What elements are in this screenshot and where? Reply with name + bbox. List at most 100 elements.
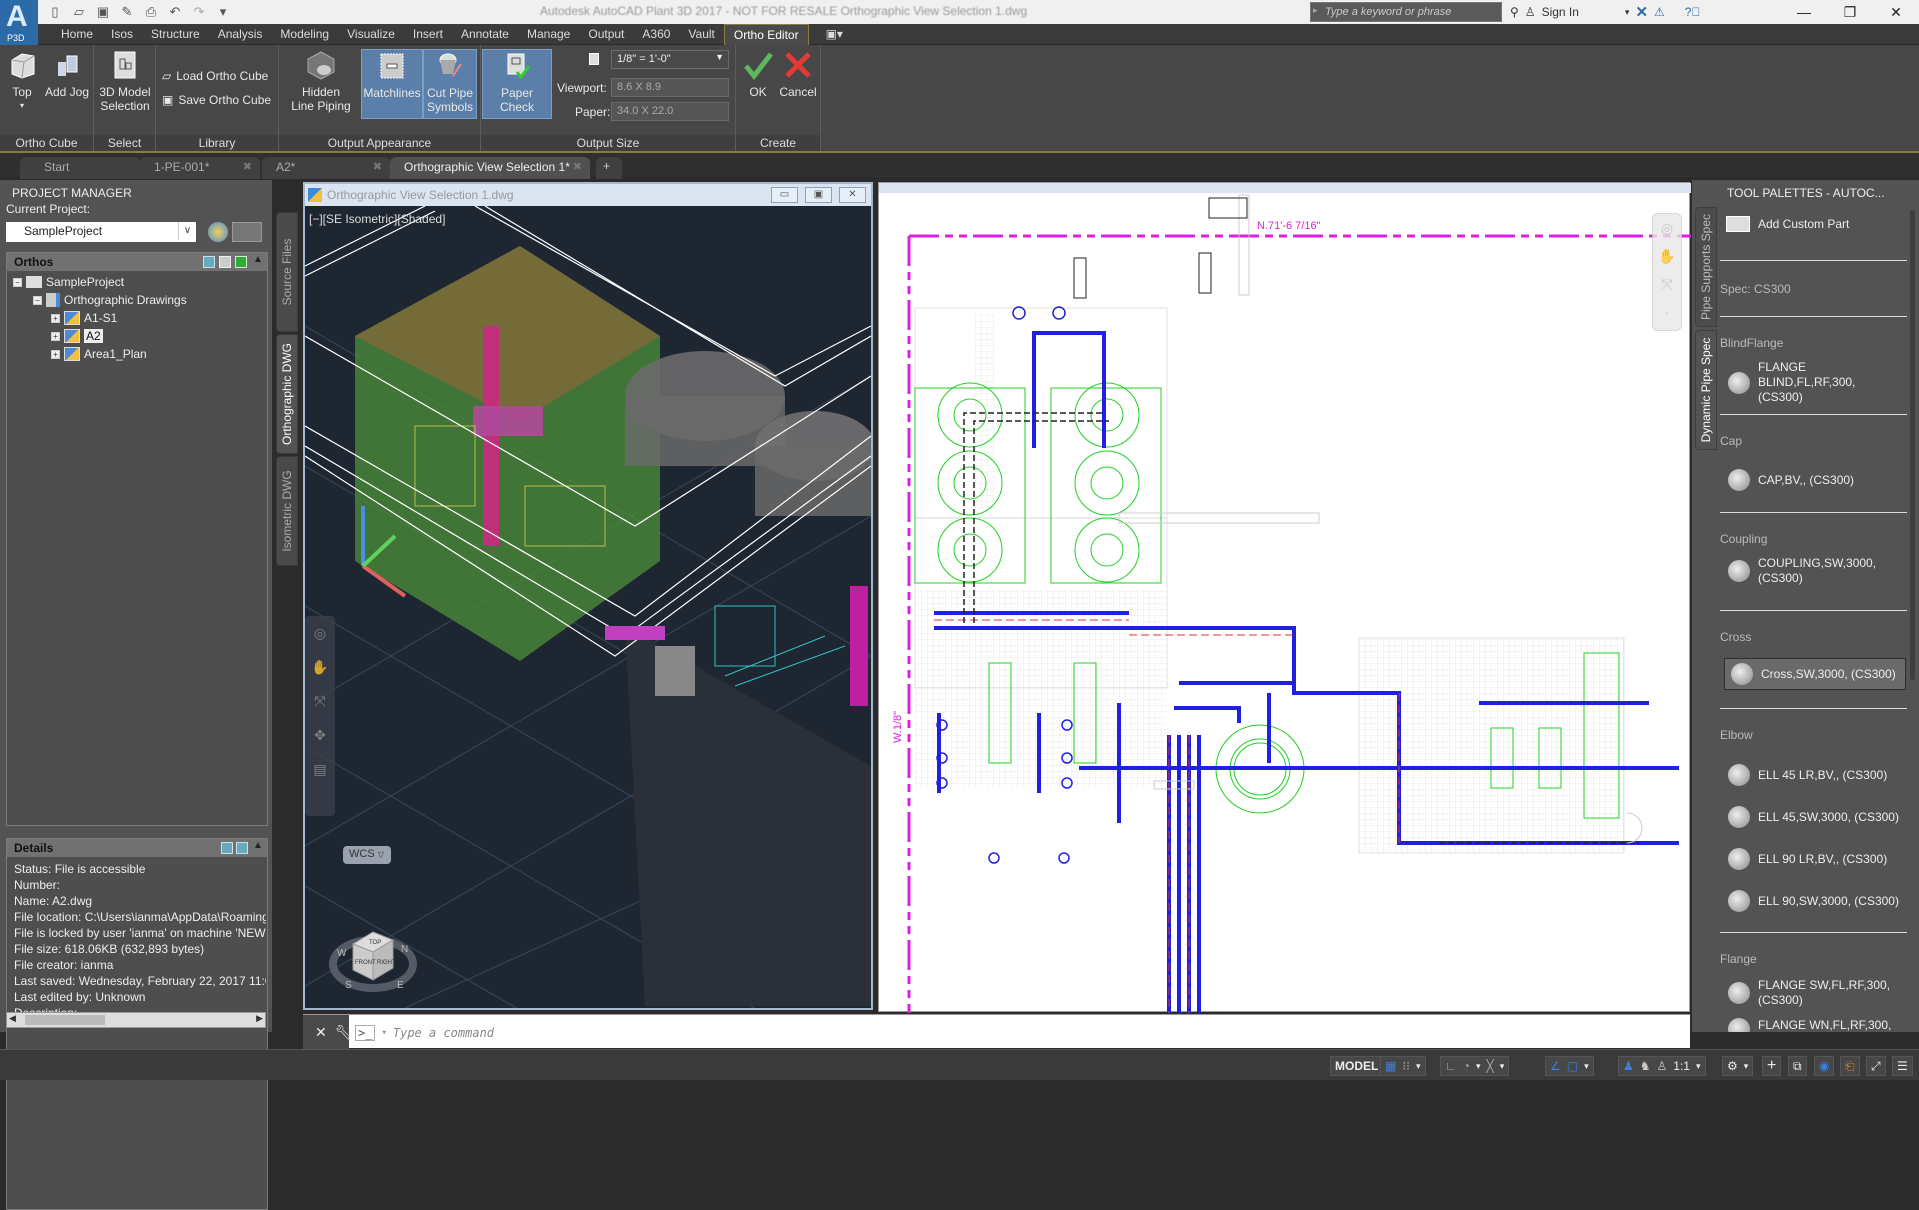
collapse-icon[interactable]: ▲: [253, 254, 263, 265]
search-input[interactable]: Type a keyword or phrase: [1310, 2, 1502, 22]
scroll-right-icon[interactable]: ▶: [256, 1013, 263, 1024]
tab-visualize[interactable]: Visualize: [338, 24, 404, 45]
close-tab-icon[interactable]: ✖: [373, 160, 382, 173]
restore-button[interactable]: ❐: [1827, 0, 1873, 24]
tab-output[interactable]: Output: [579, 24, 633, 45]
sign-in-area[interactable]: ⚲ ♙ Sign In ▾ ✕ ⚠ ?⃝: [1510, 2, 1700, 22]
close-button[interactable]: ✕: [1873, 0, 1919, 24]
tool-ell-45-lr[interactable]: ELL 45 LR,BV,, (CS300): [1728, 764, 1887, 786]
add-jog-button[interactable]: Add Jog: [42, 49, 92, 99]
ok-button[interactable]: OK: [740, 49, 776, 99]
minimize-button[interactable]: —: [1781, 0, 1827, 24]
chevron-down-icon[interactable]: ▾: [1416, 1061, 1421, 1072]
scroll-thumb[interactable]: [25, 1015, 105, 1025]
command-prompt[interactable]: >_ ▾ Type a command: [355, 1025, 494, 1041]
navigation-bar-2d[interactable]: ◎ ✋ ⤧ ·: [1652, 213, 1682, 331]
object-snap-tracking-icon[interactable]: ∠: [1550, 1059, 1561, 1073]
undo-icon[interactable]: ↶: [166, 3, 184, 21]
viewcube[interactable]: TOP FRONT RIGHT W S E N: [325, 904, 445, 1004]
tree-folder-orthographic-drawings[interactable]: − Orthographic Drawings: [33, 293, 187, 307]
project-setup-icon[interactable]: [208, 222, 228, 242]
tool-ell-45-sw[interactable]: ELL 45,SW,3000, (CS300): [1728, 806, 1899, 828]
ortho-paper-viewport[interactable]: N.71'-6 7/16" W.1/8" ◎ ✋ ⤧ ·: [878, 182, 1691, 1013]
expand-icon[interactable]: +: [51, 331, 60, 341]
workspace-switch[interactable]: ⚙ ▾: [1722, 1056, 1754, 1076]
polar-tracking-icon[interactable]: ◔: [1463, 1059, 1470, 1073]
new-drawing-icon[interactable]: [203, 256, 215, 268]
annotation-visibility-icon[interactable]: ♟: [1623, 1059, 1634, 1073]
chevron-down-icon[interactable]: ▾: [1476, 1061, 1481, 1072]
tool-ell-90-lr[interactable]: ELL 90 LR,BV,, (CS300): [1728, 848, 1887, 870]
cancel-button[interactable]: Cancel: [778, 49, 818, 99]
horizontal-scrollbar[interactable]: ◀ ▶: [6, 1012, 266, 1028]
paper-size-field[interactable]: 34.0 X 22.0: [611, 102, 729, 121]
new-icon[interactable]: ▯: [46, 3, 64, 21]
annotation-scale-icon[interactable]: ♙: [1657, 1059, 1668, 1073]
tab-insert[interactable]: Insert: [404, 24, 452, 45]
hardware-acceleration-button[interactable]: ◉: [1814, 1056, 1835, 1076]
3d-model-scene[interactable]: [305, 206, 871, 1008]
help-icon[interactable]: ?⃝: [1685, 5, 1701, 19]
orthographic-plan-drawing[interactable]: N.71'-6 7/16" W.1/8": [879, 183, 1691, 1013]
viewport-size-field[interactable]: 8.6 X 8.9: [611, 78, 729, 97]
cut-pipe-symbols-toggle[interactable]: Cut Pipe Symbols: [423, 49, 477, 119]
tab-vault[interactable]: Vault: [679, 24, 723, 45]
collapse-icon[interactable]: −: [13, 277, 22, 287]
ortho-mode-icon[interactable]: ∟: [1445, 1059, 1457, 1073]
scroll-left-icon[interactable]: ◀: [9, 1013, 16, 1024]
grid-icon[interactable]: ▦: [1385, 1059, 1396, 1073]
tool-cross[interactable]: Cross,SW,3000, (CS300): [1724, 658, 1906, 690]
current-project-dropdown[interactable]: SampleProject ∨: [6, 222, 196, 242]
tool-ell-90-sw[interactable]: ELL 90,SW,3000, (CS300): [1728, 890, 1899, 912]
matchlines-toggle[interactable]: Matchlines: [361, 49, 423, 119]
sign-in-label[interactable]: Sign In: [1542, 5, 1579, 19]
save-icon[interactable]: ▣: [94, 3, 112, 21]
isolate-objects-button[interactable]: ⧉: [1788, 1056, 1807, 1076]
isodraft-icon[interactable]: ╳: [1487, 1059, 1494, 1073]
tab-structure[interactable]: Structure: [142, 24, 209, 45]
application-menu-button[interactable]: A P3D: [0, 0, 38, 45]
scale-dropdown[interactable]: 1/8" = 1'-0" ▼: [611, 50, 729, 69]
minimize-button[interactable]: ▭: [771, 187, 798, 203]
hidden-line-piping-button[interactable]: Hidden Line Piping: [289, 49, 353, 113]
close-tab-icon[interactable]: ✖: [243, 160, 252, 173]
side-tab-source-files[interactable]: Source Files: [276, 212, 298, 332]
expand-icon[interactable]: +: [51, 349, 60, 359]
tab-isos[interactable]: Isos: [102, 24, 142, 45]
navigation-bar[interactable]: ◎ ✋ ⤧ ✥ ▤: [305, 616, 335, 816]
annotation-scale-value[interactable]: 1:1: [1673, 1059, 1690, 1073]
tab-manage[interactable]: Manage: [518, 24, 579, 45]
chevron-down-icon[interactable]: ▾: [1696, 1061, 1701, 1072]
snap-icon[interactable]: ⁝⁝: [1402, 1059, 1410, 1073]
add-custom-part-tool[interactable]: Add Custom Part: [1726, 216, 1849, 232]
paper-check-toggle[interactable]: Paper Check: [482, 49, 552, 119]
doc-tab-a2[interactable]: A2* ✖: [262, 157, 390, 179]
collapse-icon[interactable]: ▲: [253, 840, 263, 851]
load-ortho-cube-button[interactable]: ▱ Load Ortho Cube: [162, 69, 268, 83]
side-tab-orthographic-dwg[interactable]: Orthographic DWG: [276, 334, 298, 454]
doc-tab-start[interactable]: Start: [20, 157, 140, 179]
copy-drawing-icon[interactable]: [219, 256, 231, 268]
tool-flange-blind[interactable]: FLANGE BLIND,FL,RF,300, (CS300): [1728, 360, 1898, 405]
palette-tab-pipe-supports-spec[interactable]: Pipe Supports Spec: [1695, 207, 1717, 327]
binoculars-icon[interactable]: ⚲: [1510, 5, 1519, 19]
project-tools-dropdown[interactable]: [232, 222, 262, 242]
clean-screen-button[interactable]: ⎗: [1840, 1056, 1860, 1076]
a360-icon[interactable]: ⚠: [1654, 5, 1665, 19]
tree-item-area1-plan[interactable]: + Area1_Plan: [51, 347, 147, 361]
top-button[interactable]: Top ▾: [4, 49, 40, 113]
customize-icon[interactable]: ▾: [214, 3, 232, 21]
doc-tab-1-pe-001[interactable]: 1-PE-001* ✖: [140, 157, 260, 179]
tool-coupling[interactable]: COUPLING,SW,3000, (CS300): [1728, 556, 1898, 586]
chevron-down-icon[interactable]: ▾: [1625, 7, 1630, 18]
command-input[interactable]: Type a command: [393, 1026, 494, 1040]
auto-scale-icon[interactable]: ♞: [1640, 1059, 1651, 1073]
wrench-icon[interactable]: 🔧︎: [335, 1024, 353, 1041]
save-as-icon[interactable]: ✎: [118, 3, 136, 21]
object-snap-icon[interactable]: ▢: [1567, 1059, 1578, 1073]
tool-flange-sw[interactable]: FLANGE SW,FL,RF,300, (CS300): [1728, 978, 1898, 1008]
save-ortho-cube-button[interactable]: ▣ Save Ortho Cube: [162, 93, 271, 107]
close-icon[interactable]: ✕: [315, 1024, 327, 1041]
search-expand-icon[interactable]: ▸: [1313, 5, 1318, 16]
exchange-icon[interactable]: ✕: [1635, 3, 1648, 21]
